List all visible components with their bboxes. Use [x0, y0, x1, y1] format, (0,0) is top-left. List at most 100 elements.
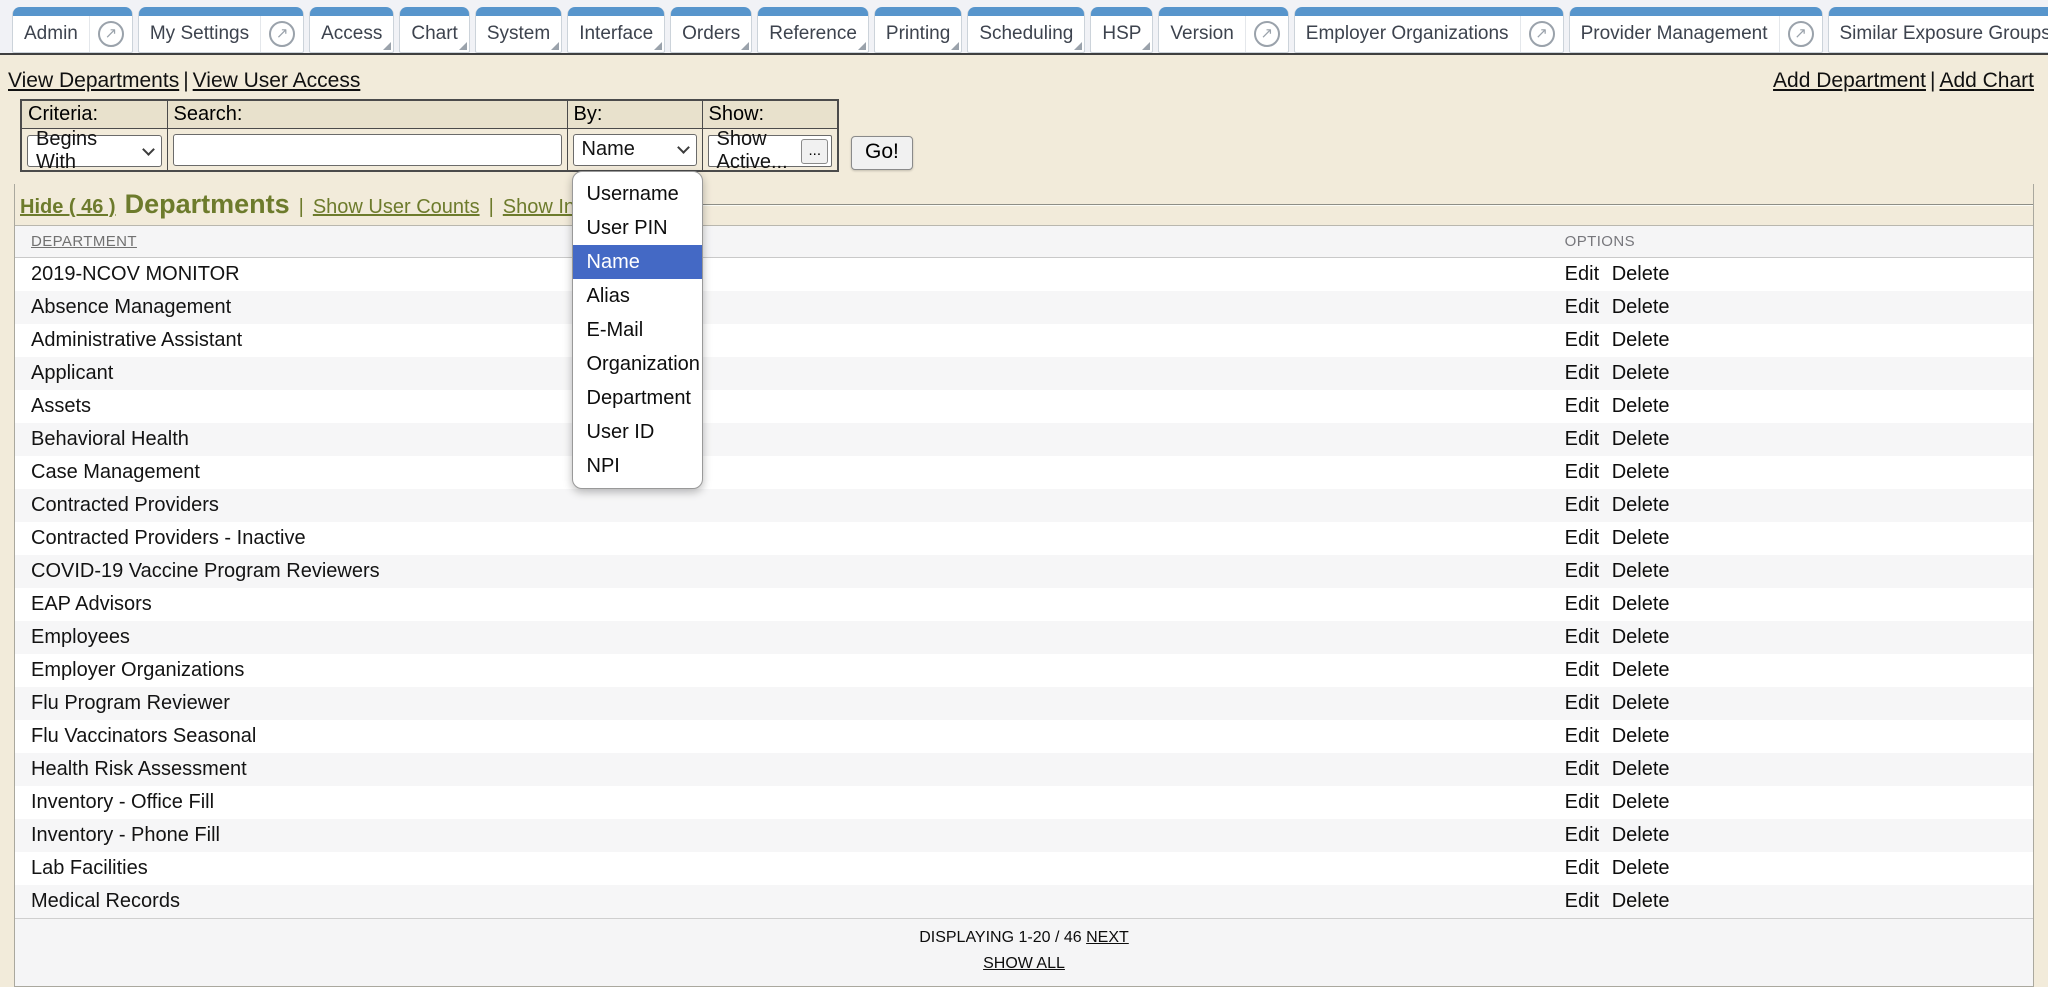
delete-link[interactable]: Delete [1612, 692, 1670, 714]
edit-link[interactable]: Edit [1565, 857, 1599, 879]
dropdown-option[interactable]: User ID [573, 415, 702, 449]
edit-link[interactable]: Edit [1565, 527, 1599, 549]
nav-tab[interactable]: Scheduling ↗ [967, 7, 1085, 53]
nav-tab[interactable]: Printing ↗ [874, 7, 962, 53]
delete-link[interactable]: Delete [1612, 395, 1670, 417]
next-page-link[interactable]: NEXT [1086, 929, 1129, 946]
delete-link[interactable]: Delete [1612, 857, 1670, 879]
add-chart-link[interactable]: Add Chart [1939, 69, 2034, 92]
open-new-window-icon[interactable]: ↗ [89, 16, 132, 52]
view-departments-link[interactable]: View Departments [8, 69, 179, 92]
criteria-select[interactable]: Begins With [27, 135, 162, 167]
edit-link[interactable]: Edit [1565, 758, 1599, 780]
edit-link[interactable]: Edit [1565, 329, 1599, 351]
edit-link[interactable]: Edit [1565, 626, 1599, 648]
table-row: Contracted Providers - Inactive Edit Del… [15, 522, 2033, 555]
nav-tab[interactable]: Reference ↗ [757, 7, 869, 53]
dropdown-option[interactable]: Alias [573, 279, 702, 313]
open-new-window-icon[interactable]: ↗ [1779, 16, 1822, 52]
edit-link[interactable]: Edit [1565, 593, 1599, 615]
table-row: 2019-NCOV MONITOR Edit Delete [15, 258, 2033, 292]
dropdown-option[interactable]: Name [573, 245, 702, 279]
dropdown-option[interactable]: Department [573, 381, 702, 415]
edit-link[interactable]: Edit [1565, 428, 1599, 450]
hide-count-link[interactable]: Hide ( 46 ) [20, 196, 116, 219]
edit-link[interactable]: Edit [1565, 461, 1599, 483]
dropdown-option[interactable]: E-Mail [573, 313, 702, 347]
edit-link[interactable]: Edit [1565, 692, 1599, 714]
delete-link[interactable]: Delete [1612, 527, 1670, 549]
nav-tab[interactable]: Orders ↗ [670, 7, 752, 53]
go-button[interactable]: Go! [851, 136, 913, 170]
dropdown-option[interactable]: Username [573, 177, 702, 211]
nav-tab[interactable]: Chart ↗ [399, 7, 469, 53]
nav-tab[interactable]: My Settings ↗ [138, 7, 304, 53]
delete-link[interactable]: Delete [1612, 329, 1670, 351]
delete-link[interactable]: Delete [1612, 560, 1670, 582]
departments-panel: Hide ( 46 ) Departments | Show User Coun… [14, 184, 2034, 987]
open-new-window-icon[interactable]: ↗ [260, 16, 303, 52]
edit-link[interactable]: Edit [1565, 824, 1599, 846]
show-all-link[interactable]: SHOW ALL [983, 955, 1065, 972]
edit-link[interactable]: Edit [1565, 560, 1599, 582]
tab-top-accent [1091, 7, 1152, 16]
pagination-footer: DISPLAYING 1-20 / 46 NEXT SHOW ALL [15, 918, 2033, 986]
delete-link[interactable]: Delete [1612, 461, 1670, 483]
delete-link[interactable]: Delete [1612, 494, 1670, 516]
delete-link[interactable]: Delete [1612, 725, 1670, 747]
department-name: Employees [15, 621, 1549, 654]
search-input[interactable] [173, 134, 562, 166]
row-options: Edit Delete [1549, 357, 2033, 390]
edit-link[interactable]: Edit [1565, 494, 1599, 516]
nav-tab[interactable]: Employer Organizations ↗ [1294, 7, 1564, 53]
edit-link[interactable]: Edit [1565, 296, 1599, 318]
show-filter-more-button[interactable]: ... [801, 139, 828, 164]
delete-link[interactable]: Delete [1612, 890, 1670, 912]
open-new-window-icon[interactable]: ↗ [1245, 16, 1288, 52]
tab-top-accent [671, 7, 751, 16]
delete-link[interactable]: Delete [1612, 659, 1670, 681]
tab-label: Reference [758, 16, 868, 52]
delete-link[interactable]: Delete [1612, 263, 1670, 285]
nav-tab[interactable]: Access ↗ [309, 7, 394, 53]
department-name: Inventory - Phone Fill [15, 819, 1549, 852]
nav-tab[interactable]: Interface ↗ [567, 7, 665, 53]
show-label: Show: [702, 100, 838, 129]
edit-link[interactable]: Edit [1565, 362, 1599, 384]
row-options: Edit Delete [1549, 819, 2033, 852]
show-user-counts-link[interactable]: Show User Counts [313, 196, 480, 219]
delete-link[interactable]: Delete [1612, 428, 1670, 450]
delete-link[interactable]: Delete [1612, 824, 1670, 846]
show-filter-box[interactable]: Show Active... ... [708, 135, 833, 167]
open-new-window-icon[interactable]: ↗ [1520, 16, 1563, 52]
row-options: Edit Delete [1549, 753, 2033, 786]
department-column-header[interactable]: DEPARTMENT [31, 233, 137, 250]
edit-link[interactable]: Edit [1565, 890, 1599, 912]
delete-link[interactable]: Delete [1612, 626, 1670, 648]
nav-tab[interactable]: System ↗ [475, 7, 562, 53]
delete-link[interactable]: Delete [1612, 758, 1670, 780]
dropdown-option[interactable]: User PIN [573, 211, 702, 245]
dropdown-option[interactable]: NPI [573, 449, 702, 483]
nav-tab[interactable]: Similar Exposure Groups (SEGs) ↗ [1828, 7, 2048, 53]
delete-link[interactable]: Delete [1612, 593, 1670, 615]
nav-tab[interactable]: Admin ↗ [12, 7, 133, 53]
dropdown-option[interactable]: Organization [573, 347, 702, 381]
edit-link[interactable]: Edit [1565, 395, 1599, 417]
arrow-up-right-icon: ↗ [98, 21, 124, 47]
edit-link[interactable]: Edit [1565, 725, 1599, 747]
delete-link[interactable]: Delete [1612, 791, 1670, 813]
add-department-link[interactable]: Add Department [1773, 69, 1926, 92]
edit-link[interactable]: Edit [1565, 659, 1599, 681]
by-select[interactable]: Name [573, 134, 697, 166]
delete-link[interactable]: Delete [1612, 296, 1670, 318]
delete-link[interactable]: Delete [1612, 362, 1670, 384]
nav-tab[interactable]: Version ↗ [1158, 7, 1288, 53]
edit-link[interactable]: Edit [1565, 263, 1599, 285]
chevron-down-icon [677, 141, 690, 154]
view-user-access-link[interactable]: View User Access [193, 69, 361, 92]
nav-tab[interactable]: HSP ↗ [1090, 7, 1153, 53]
tab-label: Admin [13, 16, 89, 52]
nav-tab[interactable]: Provider Management ↗ [1569, 7, 1823, 53]
edit-link[interactable]: Edit [1565, 791, 1599, 813]
